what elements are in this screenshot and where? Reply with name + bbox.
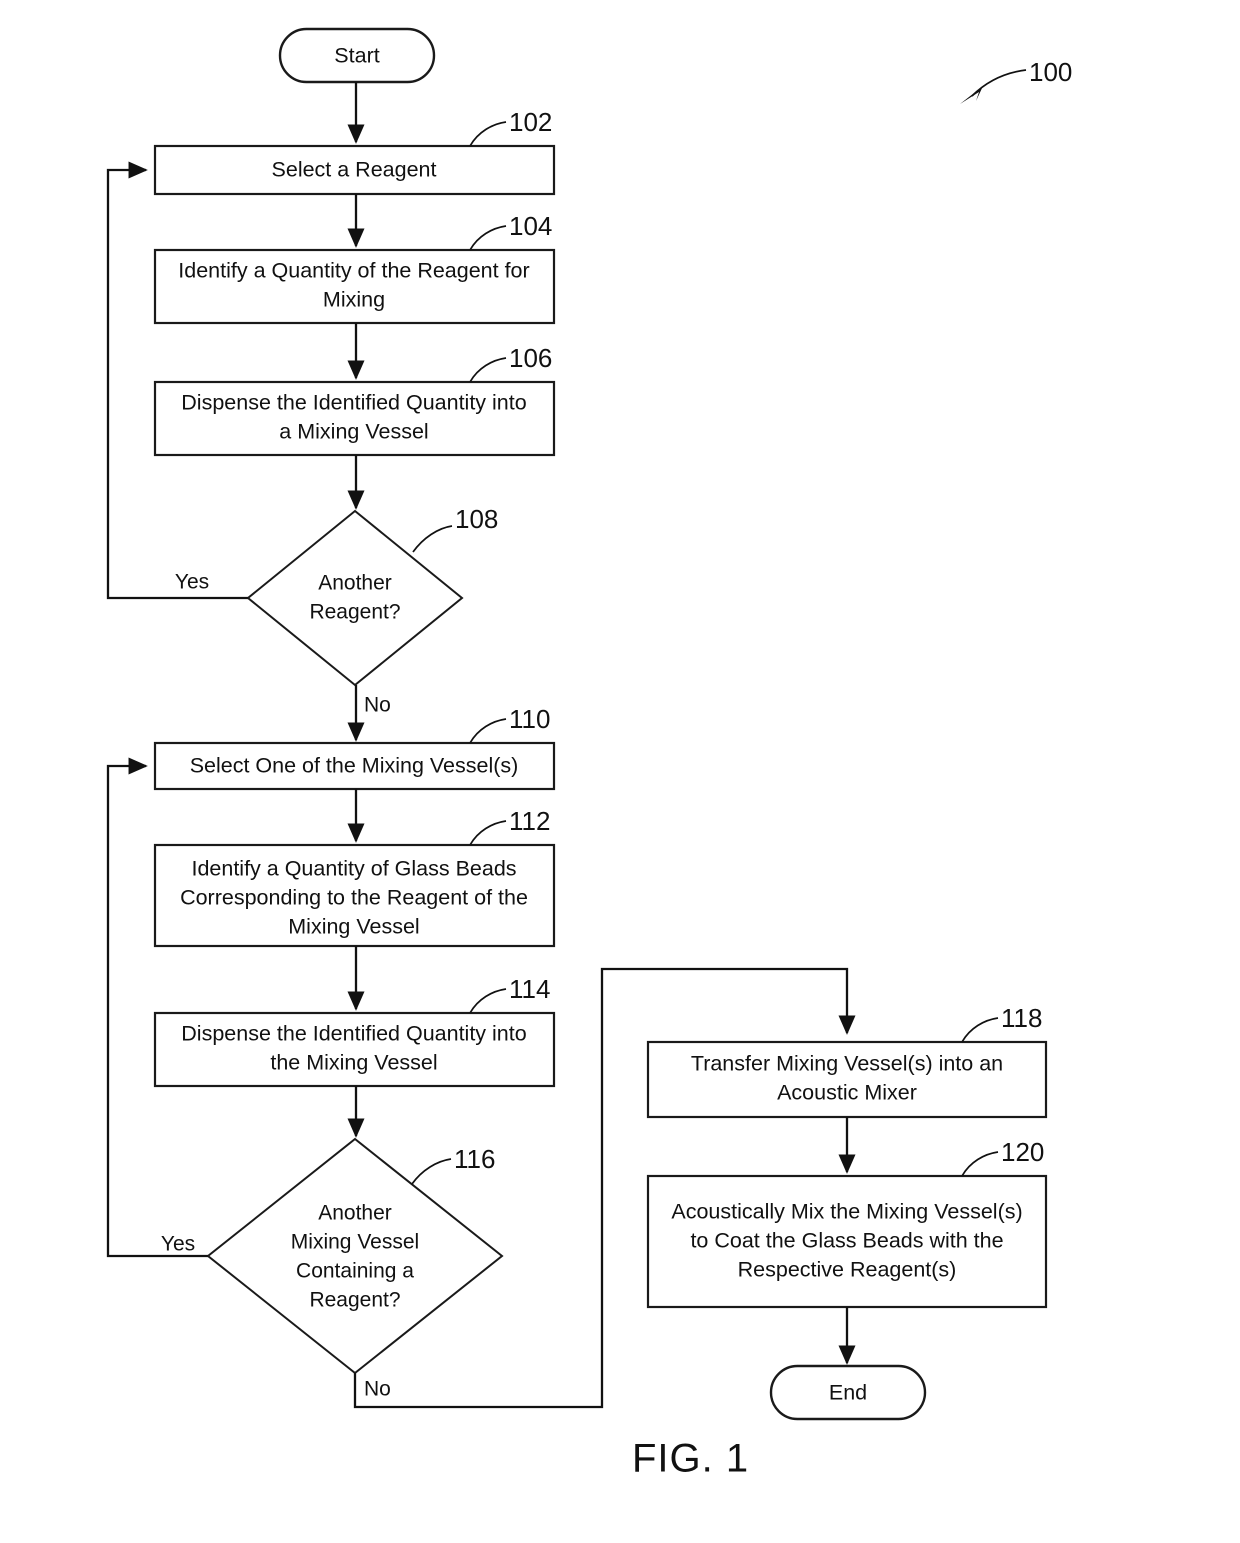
decision-116-ref: 116 — [454, 1144, 495, 1174]
step-118-line-0: Transfer Mixing Vessel(s) into an — [691, 1052, 1003, 1076]
step-114-line-1: the Mixing Vessel — [270, 1051, 437, 1075]
decision-116: Another Mixing Vessel Containing a Reage… — [206, 1137, 504, 1375]
decision-108-line-1: Reagent? — [309, 601, 400, 624]
process-step-112: Identify a Quantity of Glass Beads Corre… — [153, 806, 556, 948]
end-terminator: End — [769, 1364, 927, 1421]
step-120-ref: 120 — [1001, 1137, 1044, 1167]
decision-108-line-0: Another — [318, 572, 392, 595]
step-112-line-2: Mixing Vessel — [288, 915, 419, 939]
step-102-line-0: Select a Reagent — [272, 158, 437, 182]
step-118-ref: 118 — [1001, 1003, 1042, 1033]
step-112-ref: 112 — [509, 806, 550, 836]
step-120-line-0: Acoustically Mix the Mixing Vessel(s) — [671, 1200, 1022, 1224]
decision-108: Another Reagent? 108 — [246, 504, 498, 687]
step-120-line-2: Respective Reagent(s) — [738, 1258, 957, 1282]
overall-reference-callout: 100 — [960, 57, 1072, 104]
process-step-102: Select a Reagent 102 — [153, 107, 556, 196]
step-120-line-1: to Coat the Glass Beads with the — [690, 1229, 1003, 1253]
step-106-line-0: Dispense the Identified Quantity into — [181, 391, 526, 415]
step-114-ref: 114 — [509, 974, 550, 1004]
decision-116-line-1: Mixing Vessel — [291, 1231, 419, 1254]
step-104-line-0: Identify a Quantity of the Reagent for — [178, 259, 529, 283]
step-104-ref: 104 — [509, 211, 552, 241]
step-106-ref: 106 — [509, 343, 552, 373]
step-110-ref: 110 — [509, 704, 550, 734]
decision-116-line-0: Another — [318, 1202, 392, 1225]
step-104-line-1: Mixing — [323, 288, 385, 312]
process-step-114: Dispense the Identified Quantity into th… — [153, 974, 556, 1088]
patent-figure: 100 Start Select a Reagent 102 Identify … — [0, 0, 1240, 1543]
step-114-line-0: Dispense the Identified Quantity into — [181, 1022, 526, 1046]
step-112-line-1: Corresponding to the Reagent of the — [180, 886, 528, 910]
step-112-line-0: Identify a Quantity of Glass Beads — [191, 857, 516, 881]
process-step-106: Dispense the Identified Quantity into a … — [153, 343, 556, 457]
process-step-110: Select One of the Mixing Vessel(s) 110 — [153, 704, 556, 791]
decision-116-line-2: Containing a — [296, 1260, 414, 1283]
decision-116-yes-label: Yes — [161, 1233, 195, 1256]
start-terminator: Start — [278, 27, 436, 84]
edge-116-yes-loop: Yes — [106, 757, 208, 1258]
start-label: Start — [334, 44, 379, 68]
step-106-line-1: a Mixing Vessel — [279, 420, 428, 444]
decision-108-no-label: No — [364, 694, 391, 717]
end-label: End — [829, 1381, 867, 1405]
step-110-line-0: Select One of the Mixing Vessel(s) — [190, 754, 519, 778]
decision-116-no-label: No — [364, 1378, 391, 1401]
step-118-line-1: Acoustic Mixer — [777, 1081, 917, 1105]
decision-108-ref: 108 — [455, 504, 498, 534]
decision-108-yes-label: Yes — [175, 571, 209, 594]
edge-108-no: No — [347, 685, 391, 742]
figure-caption: FIG. 1 — [632, 1437, 749, 1481]
process-step-104: Identify a Quantity of the Reagent for M… — [153, 211, 556, 325]
decision-116-line-3: Reagent? — [309, 1289, 400, 1312]
overall-ref-number: 100 — [1029, 57, 1072, 87]
step-102-ref: 102 — [509, 107, 552, 137]
